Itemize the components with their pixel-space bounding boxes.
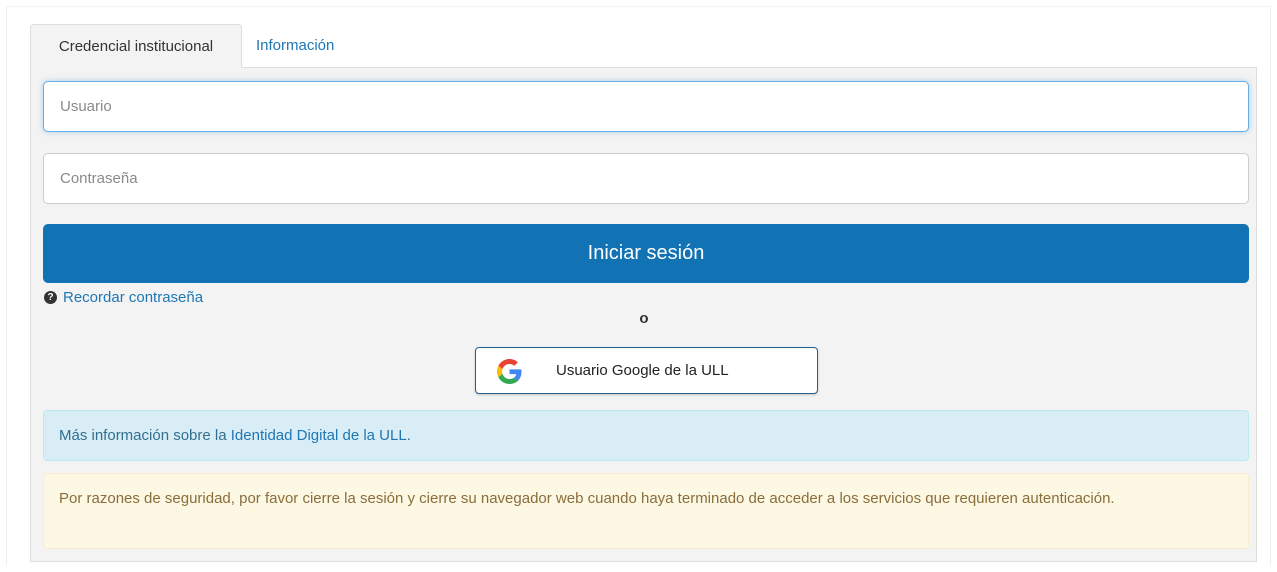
security-warning-alert: Por razones de seguridad, por favor cier…: [43, 473, 1249, 549]
info-alert-suffix: .: [406, 427, 411, 444]
tab-institutional-credential[interactable]: Credencial institucional: [30, 24, 242, 68]
digital-identity-link[interactable]: Identidad Digital de la ULL: [231, 427, 407, 444]
tab-institutional-credential-label: Credencial institucional: [58, 38, 214, 55]
question-circle-icon: ?: [44, 290, 57, 304]
remember-password-label: Recordar contraseña: [63, 288, 204, 306]
info-alert-text: Más información sobre la: [59, 427, 227, 444]
info-alert: Más información sobre la Identidad Digit…: [43, 410, 1249, 461]
google-g-icon: [497, 359, 522, 384]
tab-information-label: Información: [256, 37, 335, 54]
login-button-label: Iniciar sesión: [587, 242, 705, 264]
or-separator: o: [639, 310, 649, 327]
username-input[interactable]: [43, 81, 1249, 132]
password-input[interactable]: [43, 153, 1249, 204]
tab-information[interactable]: Información: [256, 24, 334, 68]
google-login-button[interactable]: Usuario Google de la ULL: [475, 347, 818, 394]
remember-password-link[interactable]: ? Recordar contraseña: [44, 288, 203, 306]
google-login-label: Usuario Google de la ULL: [556, 362, 729, 379]
security-warning-text: Por razones de seguridad, por favor cier…: [59, 490, 1115, 507]
login-button[interactable]: Iniciar sesión: [43, 224, 1249, 283]
